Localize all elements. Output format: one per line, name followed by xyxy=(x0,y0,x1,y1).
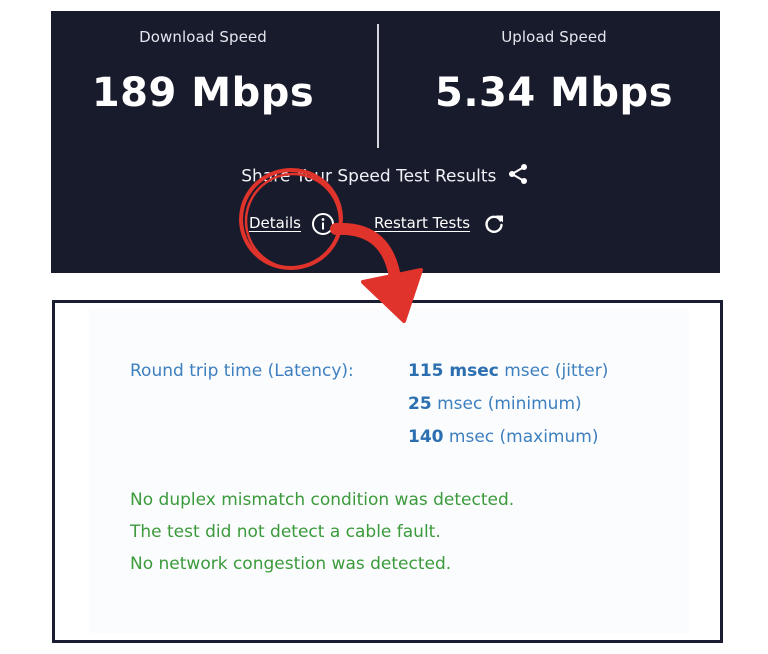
latency-maximum: 140 msec (maximum) xyxy=(408,427,598,447)
latency-maximum-value: 140 xyxy=(408,427,444,447)
latency-jitter-unit: msec (jitter) xyxy=(504,361,609,381)
info-icon[interactable] xyxy=(311,212,335,240)
screenshot-canvas: Download Speed 189 Mbps Upload Speed 5.3… xyxy=(0,0,768,654)
details-content xyxy=(89,308,689,633)
speed-divider xyxy=(377,24,379,148)
network-congestion-message: No network congestion was detected. xyxy=(130,554,452,574)
download-speed-value: 189 Mbps xyxy=(91,70,315,116)
download-section: Download Speed 189 Mbps xyxy=(53,11,353,116)
download-speed-label: Download Speed xyxy=(139,28,267,46)
share-icon xyxy=(506,162,530,191)
share-results-label: Share Your Speed Test Results xyxy=(241,166,497,187)
restart-tests-link[interactable]: Restart Tests xyxy=(374,214,470,232)
duplex-mismatch-message: No duplex mismatch condition was detecte… xyxy=(130,490,515,510)
latency-maximum-unit: msec (maximum) xyxy=(448,427,599,447)
latency-minimum: 25 msec (minimum) xyxy=(408,394,582,414)
latency-label: Round trip time (Latency): xyxy=(130,361,354,381)
share-results-button[interactable]: Share Your Speed Test Results xyxy=(51,162,720,191)
latency-minimum-value: 25 xyxy=(408,394,432,414)
latency-jitter: 115 msec msec (jitter) xyxy=(408,361,608,381)
upload-speed-value: 5.34 Mbps xyxy=(435,70,673,116)
latency-minimum-unit: msec (minimum) xyxy=(437,394,582,414)
speed-test-panel: Download Speed 189 Mbps Upload Speed 5.3… xyxy=(51,11,720,273)
upload-section: Upload Speed 5.34 Mbps xyxy=(404,11,704,116)
details-panel: Round trip time (Latency): 115 msec msec… xyxy=(52,300,723,643)
refresh-icon[interactable] xyxy=(482,212,506,240)
details-link[interactable]: Details xyxy=(249,214,301,232)
upload-speed-label: Upload Speed xyxy=(501,28,607,46)
cable-fault-message: The test did not detect a cable fault. xyxy=(130,522,441,542)
latency-jitter-value: 115 msec xyxy=(408,361,499,381)
